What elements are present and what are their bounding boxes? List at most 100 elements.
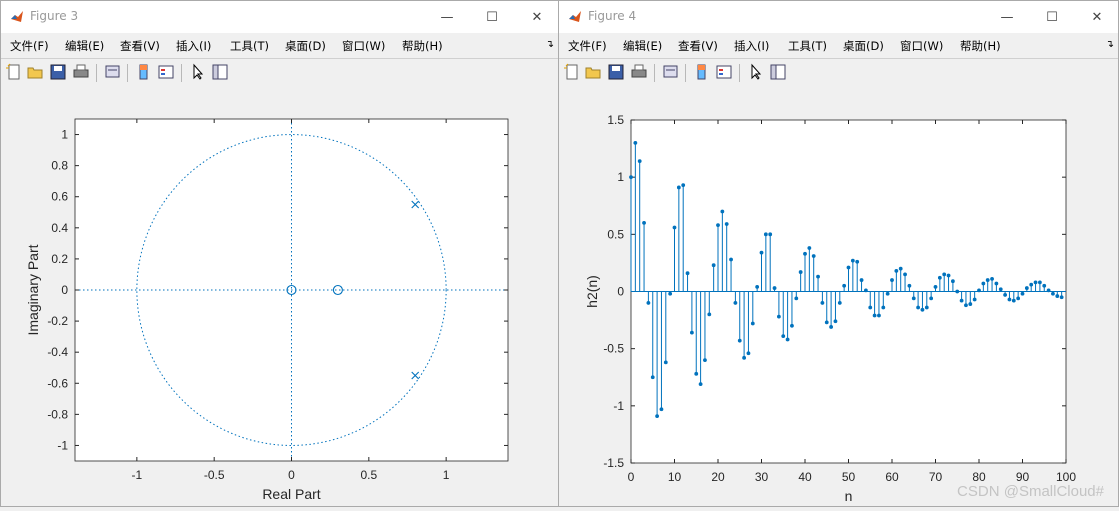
y-tick-label: -0.8 xyxy=(47,407,68,421)
stem-marker xyxy=(768,232,773,237)
close-button[interactable]: ✕ xyxy=(1075,1,1119,33)
menu-tools[interactable]: 工具(T) xyxy=(788,38,827,54)
stem-marker xyxy=(820,301,825,305)
x-tick-label: 40 xyxy=(798,470,812,484)
print-preview-icon[interactable] xyxy=(662,63,680,81)
legend-icon[interactable] xyxy=(715,63,733,81)
minimize-button[interactable]: — xyxy=(985,1,1029,33)
stem-marker xyxy=(676,185,681,190)
edit-plot-arrow-icon[interactable] xyxy=(189,63,207,81)
stem-marker xyxy=(829,325,834,329)
title-bar[interactable]: Figure 4 — ☐ ✕ xyxy=(559,1,1118,33)
y-tick-label: -1 xyxy=(613,399,624,413)
stem-marker xyxy=(724,222,729,226)
toolbar-separator xyxy=(96,64,97,82)
menu-window[interactable]: 窗口(W) xyxy=(900,38,943,54)
figure-3-window: Figure 3 — ☐ ✕ 文件(F) 编辑(E) 查看(V) 插入(I) 工… xyxy=(0,0,559,507)
y-tick-label: 0.6 xyxy=(51,190,68,204)
toolbar-separator xyxy=(181,64,182,82)
y-axis-label: h2(n) xyxy=(584,275,600,308)
menu-view[interactable]: 查看(V) xyxy=(120,38,160,54)
stem-marker xyxy=(1020,291,1025,296)
stem-marker xyxy=(994,281,999,286)
menu-window[interactable]: 窗口(W) xyxy=(342,38,385,54)
menu-tools[interactable]: 工具(T) xyxy=(230,38,269,54)
menu-file[interactable]: 文件(F) xyxy=(568,38,607,54)
menu-overflow-icon[interactable]: ↴ xyxy=(546,39,554,50)
x-tick-label: 1 xyxy=(443,468,450,482)
y-axis-label: Imaginary Part xyxy=(25,244,41,335)
impulse-response-stem-plot[interactable]: 0 10 20 30 40 50 60 70 80 90 100 1.5 1 0.5 0 -0.5 -1 -1.5… xyxy=(559,87,1118,507)
property-inspector-icon[interactable] xyxy=(769,63,787,81)
menu-insert[interactable]: 插入(I) xyxy=(734,38,769,54)
x-tick-label: 90 xyxy=(1016,470,1030,484)
stem-marker xyxy=(850,258,855,263)
legend-icon[interactable] xyxy=(157,63,175,81)
title-bar[interactable]: Figure 3 — ☐ ✕ xyxy=(1,1,558,33)
stem-marker xyxy=(1029,282,1034,287)
stem-marker xyxy=(824,320,829,325)
menu-overflow-icon[interactable]: ↴ xyxy=(1106,39,1114,50)
stem-marker xyxy=(637,159,642,164)
stem-marker xyxy=(711,263,716,268)
stem-marker xyxy=(890,278,894,282)
y-tick-label: -1 xyxy=(57,438,68,452)
close-button[interactable]: ✕ xyxy=(515,1,559,33)
stem-marker xyxy=(863,288,868,293)
stem-marker xyxy=(655,414,660,419)
open-file-icon[interactable] xyxy=(584,63,602,81)
stem-marker xyxy=(868,305,873,310)
stem-marker xyxy=(663,360,668,365)
stem-marker xyxy=(794,296,799,301)
menu-bar: 文件(F) 编辑(E) 查看(V) 插入(I) 工具(T) 桌面(D) 窗口(W… xyxy=(1,33,558,57)
toolbar-separator xyxy=(685,64,686,82)
x-tick-label: 0 xyxy=(628,470,635,484)
print-icon[interactable] xyxy=(72,63,90,81)
new-figure-icon[interactable] xyxy=(5,63,23,81)
stem-marker xyxy=(998,287,1003,292)
minimize-icon: — xyxy=(440,9,454,25)
save-icon[interactable] xyxy=(49,63,67,81)
stem-marker xyxy=(737,338,742,343)
y-tick-label: -0.5 xyxy=(603,342,624,356)
property-inspector-icon[interactable] xyxy=(211,63,229,81)
stem-marker xyxy=(1059,295,1064,300)
stem-marker xyxy=(785,337,790,342)
y-tick-label: -1.5 xyxy=(603,456,624,470)
maximize-button[interactable]: ☐ xyxy=(470,1,514,33)
stem-marker xyxy=(755,285,760,289)
maximize-button[interactable]: ☐ xyxy=(1030,1,1074,33)
colorbar-icon[interactable] xyxy=(693,63,711,81)
toolbar-separator xyxy=(654,64,655,82)
stem-marker xyxy=(629,175,633,180)
edit-plot-arrow-icon[interactable] xyxy=(747,63,765,81)
pole-zero-plot[interactable]: -1 -0.5 0 0.5 1 1 0.8 0.6 0.4 0.2 0 -0.2 -0.4 -0.6 -0.… xyxy=(1,87,558,507)
open-file-icon[interactable] xyxy=(26,63,44,81)
stem-marker xyxy=(776,314,781,319)
stem-marker xyxy=(772,286,777,290)
print-preview-icon[interactable] xyxy=(104,63,122,81)
minimize-button[interactable]: — xyxy=(425,1,469,33)
menu-help[interactable]: 帮助(H) xyxy=(402,38,443,54)
menu-edit[interactable]: 编辑(E) xyxy=(65,38,104,54)
new-figure-icon[interactable] xyxy=(563,63,581,81)
colorbar-icon[interactable] xyxy=(135,63,153,81)
stem-marker xyxy=(911,296,916,301)
menu-insert[interactable]: 插入(I) xyxy=(176,38,211,54)
print-icon[interactable] xyxy=(630,63,648,81)
menu-view[interactable]: 查看(V) xyxy=(678,38,718,54)
stem-marker xyxy=(946,273,951,278)
menu-desktop[interactable]: 桌面(D) xyxy=(285,38,326,54)
menu-file[interactable]: 文件(F) xyxy=(10,38,49,54)
save-icon[interactable] xyxy=(607,63,625,81)
stem-marker xyxy=(977,288,981,293)
y-tick-label: 0 xyxy=(617,285,624,299)
stem-marker xyxy=(681,183,686,188)
x-tick-label: -1 xyxy=(132,468,143,482)
x-tick-label: 30 xyxy=(755,470,769,484)
menu-help[interactable]: 帮助(H) xyxy=(960,38,1001,54)
x-axis-label: n xyxy=(845,488,853,504)
stem-marker xyxy=(698,382,703,387)
menu-edit[interactable]: 编辑(E) xyxy=(623,38,662,54)
menu-desktop[interactable]: 桌面(D) xyxy=(843,38,884,54)
